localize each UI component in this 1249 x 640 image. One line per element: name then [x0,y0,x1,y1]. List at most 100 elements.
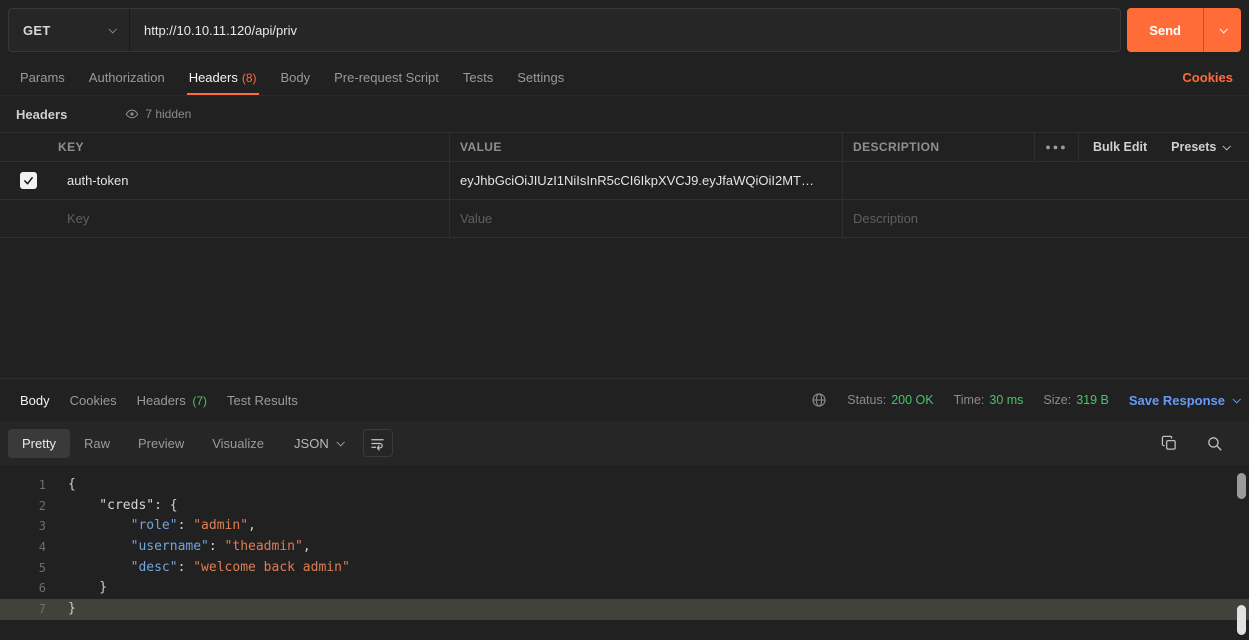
time-value: 30 ms [989,393,1023,407]
save-response-button[interactable]: Save Response [1129,393,1239,408]
code-text: } [46,599,76,620]
response-tab-body-label: Body [20,393,50,408]
line-number: 2 [0,496,46,517]
header-value-cell[interactable]: eyJhbGciOiJIUzI1NiIsInR5cCI6IkpXVCJ9.eyJ… [450,162,843,199]
code-text: } [46,578,107,599]
response-tab-cookies[interactable]: Cookies [60,393,127,408]
headers-table-head: KEY VALUE DESCRIPTION ●●● Bulk Edit Pres… [0,132,1249,162]
wrap-lines-button[interactable] [363,429,393,457]
response-tab-headers-label: Headers [137,393,186,408]
tab-settings[interactable]: Settings [507,60,574,95]
request-tabs: Params Authorization Headers (8) Body Pr… [0,60,1249,96]
tab-tests[interactable]: Tests [453,60,503,95]
copy-icon [1161,435,1178,452]
size-label: Size: [1043,393,1071,407]
wrap-text-icon [370,436,385,451]
headers-panel-title: Headers [16,107,67,122]
code-line-active: 7 } [0,599,1249,620]
code-line: 6 } [0,578,1249,599]
check-icon [23,175,34,186]
size-value: 319 B [1076,393,1109,407]
column-header-description: DESCRIPTION [843,133,1035,161]
chevron-down-icon [1232,395,1240,403]
new-value-cell[interactable]: Value [450,200,843,237]
tab-headers-label: Headers [189,70,238,85]
time-badge: Time: 30 ms [954,393,1024,407]
header-key-cell[interactable]: auth-token [57,162,450,199]
line-number: 1 [0,475,46,496]
chevron-down-icon [108,25,116,33]
new-key-cell[interactable]: Key [57,200,450,237]
url-input[interactable] [130,8,1121,52]
cookies-link-label: Cookies [1182,70,1233,85]
tab-headers[interactable]: Headers (8) [179,60,267,95]
view-preview-button[interactable]: Preview [124,429,198,458]
line-number: 3 [0,516,46,537]
line-number: 4 [0,537,46,558]
toolbar-right-icons [1161,435,1241,452]
code-text: { [46,475,76,496]
response-tab-cookies-label: Cookies [70,393,117,408]
empty-space [0,238,1249,378]
tab-params[interactable]: Params [10,60,75,95]
code-line: 2 "creds": { [0,496,1249,517]
search-button[interactable] [1206,435,1223,452]
status-badge: Status: 200 OK [847,393,933,407]
tab-authorization[interactable]: Authorization [79,60,175,95]
header-description-cell[interactable] [843,162,1249,199]
network-info-button[interactable] [811,392,827,408]
table-row: auth-token eyJhbGciOiJIUzI1NiIsInR5cCI6I… [0,162,1249,200]
line-number: 7 [0,599,46,620]
response-section: Body Cookies Headers (7) Test Results St… [0,378,1249,640]
status-value: 200 OK [891,393,933,407]
response-body-code: 1 { 2 "creds": { 3 "role": "admin", 4 "u… [0,465,1249,640]
response-tab-test-results-label: Test Results [227,393,298,408]
cookies-link[interactable]: Cookies [1174,60,1241,95]
headers-table-actions: ●●● Bulk Edit Presets [1035,133,1249,161]
response-tab-body[interactable]: Body [10,393,60,408]
presets-dropdown[interactable]: Presets [1161,140,1239,154]
save-response-label: Save Response [1129,393,1225,408]
hidden-headers-label: 7 hidden [145,107,191,121]
format-dropdown[interactable]: JSON [294,436,343,451]
globe-icon [811,392,827,408]
tab-prerequest-script[interactable]: Pre-request Script [324,60,449,95]
chevron-down-icon [1223,142,1231,150]
code-line: 5 "desc": "welcome back admin" [0,558,1249,579]
copy-button[interactable] [1161,435,1178,452]
view-pretty-button[interactable]: Pretty [8,429,70,458]
more-options-icon[interactable]: ●●● [1035,133,1079,161]
response-tab-headers-count: (7) [192,394,207,408]
scrollbar-thumb[interactable] [1237,605,1246,635]
eye-icon [125,107,139,121]
view-raw-button[interactable]: Raw [70,429,124,458]
view-visualize-button[interactable]: Visualize [198,429,278,458]
code-line: 1 { [0,475,1249,496]
method-label: GET [23,23,51,38]
response-meta: Status: 200 OK Time: 30 ms Size: 319 B S… [811,392,1239,408]
table-row-new: Key Value Description [0,200,1249,238]
scrollbar-thumb[interactable] [1237,473,1246,499]
row-checkbox-cell [0,162,57,199]
headers-table: KEY VALUE DESCRIPTION ●●● Bulk Edit Pres… [0,132,1249,238]
code-text: "role": "admin", [46,516,256,537]
new-description-cell[interactable]: Description [843,200,1249,237]
bulk-edit-button[interactable]: Bulk Edit [1079,140,1161,154]
search-icon [1206,435,1223,452]
method-dropdown[interactable]: GET [8,8,130,52]
send-options-button[interactable] [1203,8,1241,52]
tab-body[interactable]: Body [271,60,321,95]
tab-body-label: Body [281,70,311,85]
format-label: JSON [294,436,329,451]
code-line: 4 "username": "theadmin", [0,537,1249,558]
code-text: "creds": { [46,496,178,517]
row-checkbox-checked[interactable] [20,172,37,189]
response-tab-test-results[interactable]: Test Results [217,393,308,408]
response-tabs: Body Cookies Headers (7) Test Results St… [0,379,1249,421]
code-line: 3 "role": "admin", [0,516,1249,537]
response-tab-headers[interactable]: Headers (7) [127,393,217,408]
send-split-button: Send [1127,8,1241,52]
hidden-headers-toggle[interactable]: 7 hidden [117,103,199,125]
send-button[interactable]: Send [1127,8,1203,52]
chevron-down-icon [1219,25,1227,33]
